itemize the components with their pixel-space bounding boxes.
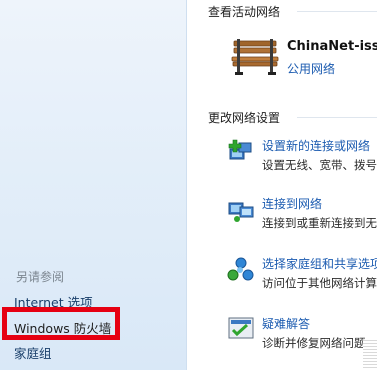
task-label[interactable]: 设置新的连接或网络 — [262, 137, 370, 154]
task-connect-network[interactable]: 连接到网络 连接到或重新连接到无 — [227, 195, 377, 235]
task-label[interactable]: 选择家庭组和共享选项 — [262, 255, 377, 272]
annotation-highlight-box — [2, 307, 120, 340]
troubleshoot-icon — [228, 317, 254, 339]
task-description: 设置无线、宽带、拨号 — [262, 158, 377, 172]
see-also-heading: 另请参阅 — [16, 270, 65, 284]
connect-network-icon — [228, 202, 254, 222]
scrollbar-edge[interactable] — [363, 340, 377, 370]
task-new-connection[interactable]: 设置新的连接或网络 设置无线、宽带、拨号 — [227, 137, 377, 177]
section-divider — [297, 117, 377, 118]
task-description: 访问位于其他网络计算 — [262, 276, 377, 290]
active-networks-heading: 查看活动网络 — [208, 5, 281, 19]
change-settings-heading: 更改网络设置 — [208, 111, 281, 125]
navigation-pane: 另请参阅 Internet 选项 Windows 防火墙 家庭组 — [0, 0, 186, 370]
task-troubleshoot[interactable]: 疑难解答 诊断并修复网络问题 — [227, 315, 377, 355]
network-name: ChinaNet-issb — [287, 39, 377, 54]
homegroup-sharing-icon — [227, 257, 254, 281]
network-type-link[interactable]: 公用网络 — [287, 60, 335, 77]
task-homegroup-sharing[interactable]: 选择家庭组和共享选项 访问位于其他网络计算 — [227, 255, 377, 295]
main-pane: 查看活动网络 ChinaNet-issb 公用网络 更改网络设置 设置新的连接或… — [187, 0, 377, 370]
park-bench-icon — [231, 39, 279, 75]
task-label[interactable]: 疑难解答 — [262, 315, 310, 332]
new-connection-icon — [228, 139, 252, 160]
homegroup-link[interactable]: 家庭组 — [14, 343, 52, 362]
task-description: 连接到或重新连接到无 — [262, 216, 377, 230]
task-description: 诊断并修复网络问题 — [262, 336, 366, 350]
section-divider — [297, 11, 377, 12]
task-label[interactable]: 连接到网络 — [262, 195, 322, 212]
